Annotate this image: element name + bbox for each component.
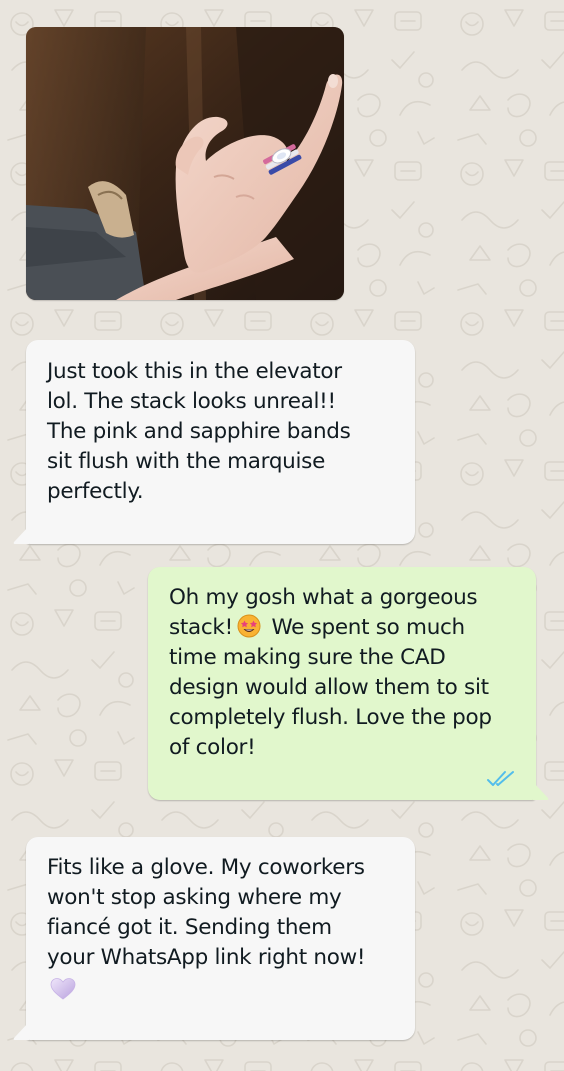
ring-stack-photo: [26, 27, 344, 300]
chat-area: Just took this in the elevator lol. The …: [0, 0, 564, 1071]
star-struck-emoji-icon: [237, 614, 261, 638]
message-text: Fits like a glove. My coworkers won't st…: [47, 855, 366, 970]
purple-heart-emoji-icon: [50, 978, 76, 1000]
message-text: Oh my gosh what a gorgeous stack! We spe…: [169, 583, 518, 763]
photo-message[interactable]: [26, 27, 344, 300]
outgoing-message[interactable]: Oh my gosh what a gorgeous stack! We spe…: [148, 567, 549, 800]
bubble-tail: [13, 526, 29, 544]
read-receipt-double-check-icon: [487, 771, 514, 786]
bubble-tail: [13, 1022, 29, 1040]
incoming-message[interactable]: Fits like a glove. My coworkers won't st…: [13, 837, 415, 1040]
message-text: Just took this in the elevator lol. The …: [47, 359, 351, 504]
incoming-message[interactable]: Just took this in the elevator lol. The …: [13, 340, 415, 544]
bubble-tail: [533, 782, 549, 800]
